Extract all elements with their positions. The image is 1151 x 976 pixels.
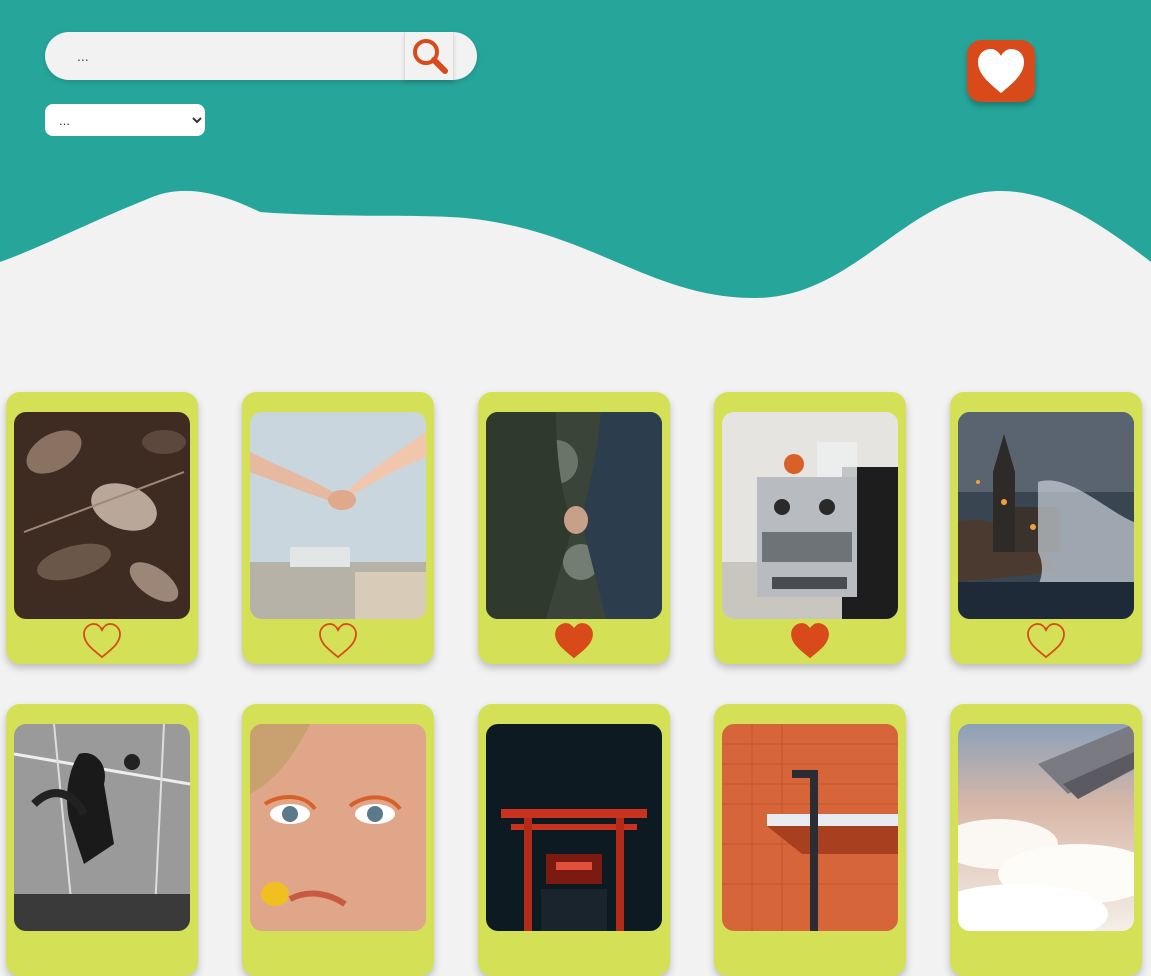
- espresso-machine-photo[interactable]: [722, 412, 898, 619]
- woman-orange-makeup-photo[interactable]: [250, 724, 426, 931]
- image-card[interactable]: [478, 704, 670, 976]
- heart-icon[interactable]: [318, 622, 358, 660]
- search-button[interactable]: [404, 32, 454, 80]
- dancer-monochrome-photo[interactable]: [14, 724, 190, 931]
- airplane-wing-clouds-photo[interactable]: [958, 724, 1134, 931]
- image-card[interactable]: [6, 704, 198, 976]
- heart-icon[interactable]: [1026, 622, 1066, 660]
- image-card[interactable]: [714, 704, 906, 976]
- search-input[interactable]: [65, 40, 400, 72]
- heart-icon[interactable]: [790, 622, 830, 660]
- image-card[interactable]: [242, 392, 434, 664]
- search-bar: [45, 32, 477, 80]
- coastal-church-night-photo[interactable]: [958, 412, 1134, 619]
- search-icon: [413, 39, 448, 74]
- image-card[interactable]: [242, 704, 434, 976]
- image-card[interactable]: [478, 392, 670, 664]
- heart-icon[interactable]: [554, 622, 594, 660]
- image-card[interactable]: [6, 392, 198, 664]
- image-card[interactable]: [950, 704, 1142, 976]
- orange-tiled-wall-lamp-photo[interactable]: [722, 724, 898, 931]
- holding-hands-sky-photo[interactable]: [250, 412, 426, 619]
- image-card[interactable]: [950, 392, 1142, 664]
- holding-hands-forest-photo[interactable]: [486, 412, 662, 619]
- heart-icon: [978, 49, 1024, 93]
- filter-select[interactable]: ...: [45, 104, 205, 136]
- red-torii-gate-night-photo[interactable]: [486, 724, 662, 931]
- favorites-button[interactable]: [967, 40, 1035, 102]
- image-card[interactable]: [714, 392, 906, 664]
- heart-icon[interactable]: [82, 622, 122, 660]
- frost-covered-leaves-photo[interactable]: [14, 412, 190, 619]
